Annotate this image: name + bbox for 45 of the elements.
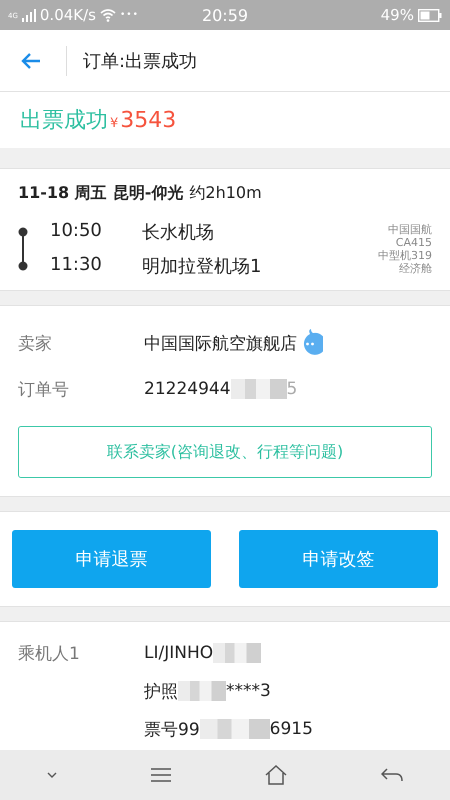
flight-duration: 约2h10m [189,183,262,204]
chevron-down-icon[interactable] [47,772,57,778]
redacted-block [178,681,226,701]
flight-info: 经济舱 [399,262,432,275]
signal-icon [22,8,36,22]
order-number-tail: 5 [286,379,298,399]
ticket-number: 6915 [270,719,313,739]
order-status: 出票成功 [20,107,108,135]
redacted-block [200,719,270,739]
redacted-block [230,379,287,399]
page-title: 订单:出票成功 [83,50,198,72]
order-price: 3543 [120,108,176,132]
passport-number: ****3 [226,681,271,701]
departure-time: 10:50 [50,220,103,243]
flight-info: 中国国航 [388,223,432,236]
passenger-name: LI/JINHO [144,643,214,663]
wifi-icon [100,8,116,22]
more-notifications: ••• [120,10,139,20]
seller-name: 中国国际航空旗舰店 [144,332,297,354]
departure-time: 11:30 [50,254,103,277]
flight-date: 11-18 周五 [18,183,107,204]
flight-info: CA415 [396,236,432,249]
action-button[interactable]: 申请改签 [239,530,438,588]
field-label: 卖家 [18,332,53,354]
battery-icon [418,8,442,22]
back-icon[interactable] [381,768,403,782]
passport-label: 护照 [144,680,178,702]
airport-name: 长水机场 [142,221,214,244]
order-number: 21224944 [144,379,231,399]
field-label: 订单号 [18,378,70,400]
timeline-icon [18,227,28,271]
field-label: 乘机人1 [18,642,81,664]
network-speed: 0.04K/s [40,6,96,24]
home-icon[interactable] [265,765,287,785]
contact-seller-button[interactable]: 联系卖家(咨询退改、行程等问题) [18,426,432,478]
flight-route: 昆明-仰光 [112,183,184,204]
flight-info: 中型机319 [378,249,432,262]
redacted-block [213,643,262,663]
battery-level: 49% [380,6,414,24]
currency-symbol: ¥ [110,116,118,130]
action-button[interactable]: 申请退票 [12,530,211,588]
clock: 20:59 [202,6,248,24]
ticket-number-label: 票号99 [144,718,200,740]
menu-icon[interactable] [151,768,171,782]
airport-name: 明加拉登机场1 [142,255,262,278]
